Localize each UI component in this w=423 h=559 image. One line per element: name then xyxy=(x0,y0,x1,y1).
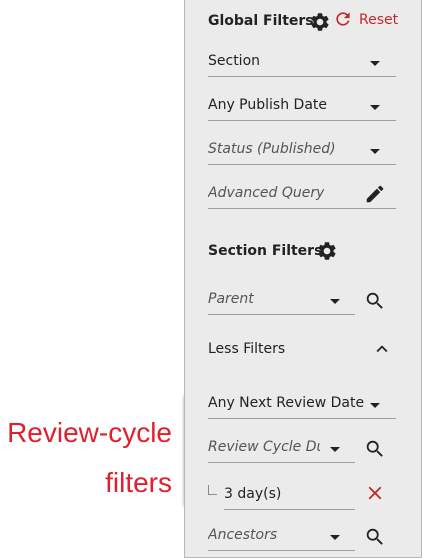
caret-down-icon[interactable] xyxy=(330,447,340,452)
advanced-query-placeholder: Advanced Query xyxy=(208,185,325,201)
global-filters-title: Global Filters xyxy=(208,13,314,29)
tree-connector xyxy=(208,485,217,495)
selected-duration-value: 3 day(s) xyxy=(224,486,282,502)
section-select[interactable]: Section xyxy=(208,49,396,77)
section-filters-title: Section Filters xyxy=(208,243,323,259)
caret-down-icon[interactable] xyxy=(370,61,380,66)
ancestors-select[interactable]: Ancestors xyxy=(208,523,355,551)
selected-duration-item: 3 day(s) xyxy=(224,482,355,510)
reset-button[interactable]: Reset xyxy=(359,12,398,28)
search-icon[interactable] xyxy=(364,438,386,460)
close-icon[interactable] xyxy=(364,482,386,504)
caret-down-icon[interactable] xyxy=(330,535,340,540)
publish-date-value: Any Publish Date xyxy=(208,97,327,113)
status-select[interactable]: Status (Published) xyxy=(208,137,396,165)
chevron-up-icon[interactable] xyxy=(371,338,393,360)
review-cycle-callout: Review-cycle filters xyxy=(0,408,172,508)
parent-select[interactable]: Parent xyxy=(208,287,355,315)
review-cycle-duration-placeholder: Review Cycle Du xyxy=(208,439,320,455)
caret-down-icon[interactable] xyxy=(370,149,380,154)
advanced-query-field[interactable]: Advanced Query xyxy=(208,181,396,209)
caret-down-icon[interactable] xyxy=(370,105,380,110)
next-review-date-value: Any Next Review Date xyxy=(208,395,365,411)
caret-down-icon[interactable] xyxy=(370,403,380,408)
callout-line-1: Review-cycle xyxy=(7,417,172,448)
caret-down-icon[interactable] xyxy=(330,299,340,304)
status-placeholder: Status (Published) xyxy=(208,141,336,157)
gear-icon[interactable] xyxy=(309,11,331,33)
parent-placeholder: Parent xyxy=(208,291,254,307)
review-cycle-duration-select[interactable]: Review Cycle Du xyxy=(208,435,355,463)
gear-icon[interactable] xyxy=(316,240,338,262)
callout-line-2: filters xyxy=(105,467,172,498)
search-icon[interactable] xyxy=(364,526,386,548)
section-select-value: Section xyxy=(208,53,261,69)
next-review-date-select[interactable]: Any Next Review Date xyxy=(208,391,396,419)
ancestors-placeholder: Ancestors xyxy=(208,527,278,543)
filter-panel: Global Filters Reset Section Any Publish… xyxy=(184,0,422,558)
less-filters-label: Less Filters xyxy=(208,341,286,357)
search-icon[interactable] xyxy=(364,290,386,312)
global-filters-header: Global Filters Reset xyxy=(185,6,421,36)
refresh-icon[interactable] xyxy=(333,9,353,29)
publish-date-select[interactable]: Any Publish Date xyxy=(208,93,396,121)
pencil-icon[interactable] xyxy=(364,183,386,205)
